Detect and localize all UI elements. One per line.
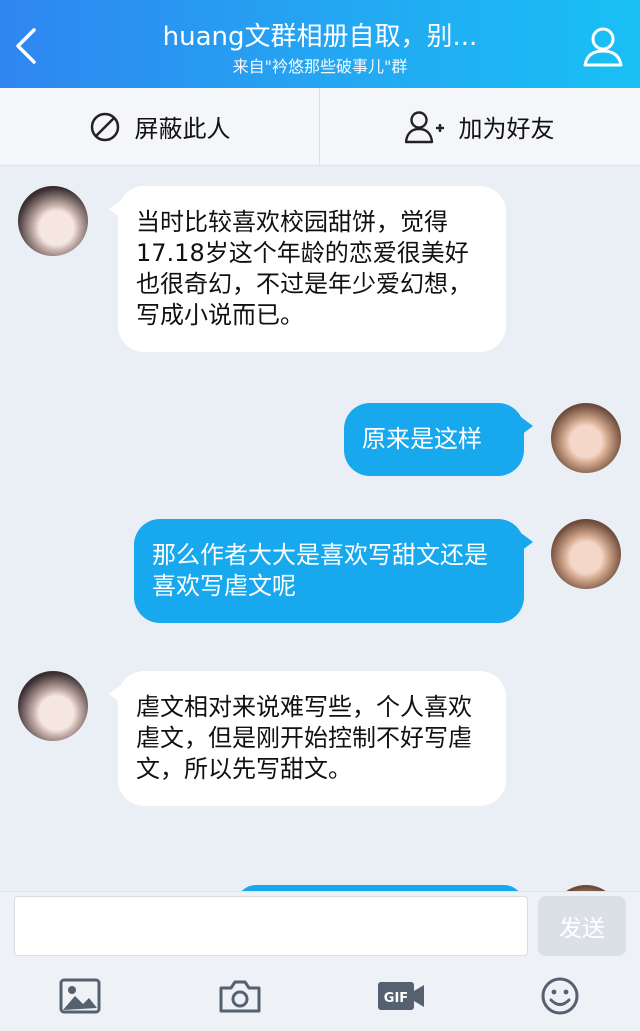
block-user-label: 屏蔽此人 (134, 115, 231, 143)
self-avatar[interactable] (551, 403, 621, 473)
message-input[interactable] (14, 896, 528, 956)
composer: 发送 GIF (0, 891, 640, 1031)
self-avatar[interactable] (551, 519, 621, 589)
emoji-icon[interactable] (538, 976, 582, 1016)
svg-text:GIF: GIF (384, 991, 408, 1006)
block-icon (90, 112, 119, 141)
block-user-button[interactable]: 屏蔽此人 (0, 88, 320, 165)
action-bar: 屏蔽此人 加为好友 (0, 88, 640, 166)
person-icon[interactable] (582, 24, 624, 68)
message-bubble[interactable]: 原来是这样 (344, 403, 533, 476)
send-button[interactable]: 发送 (538, 896, 626, 956)
message-bubble[interactable]: 那么作者大大是喜欢写甜文还是喜欢写虐文呢 (134, 519, 533, 623)
message-bubble[interactable]: 当时比较喜欢校园甜饼，觉得17.18岁这个年龄的恋爱很美好也很奇幻，不过是年少爱… (109, 186, 506, 352)
sender-avatar[interactable] (18, 671, 88, 741)
back-arrow-icon[interactable] (10, 26, 44, 66)
chat-subtitle: 来自"衿悠那些破事儿"群 (232, 57, 408, 76)
add-friend-button[interactable]: 加为好友 (320, 88, 639, 165)
gif-icon[interactable]: GIF (376, 976, 426, 1016)
chat-header: huang文群相册自取，别... 来自"衿悠那些破事儿"群 (0, 0, 640, 88)
message-bubble[interactable]: 虐文相对来说难写些，个人喜欢虐文，但是刚开始控制不好写虐文，所以先写甜文。 (109, 671, 506, 806)
sender-avatar[interactable] (18, 186, 88, 256)
add-person-icon (404, 110, 444, 143)
add-friend-label: 加为好友 (458, 115, 555, 143)
camera-icon[interactable] (218, 976, 262, 1016)
chat-title: huang文群相册自取，别... (162, 22, 478, 52)
message-list[interactable]: 当时比较喜欢校园甜饼，觉得17.18岁这个年龄的恋爱很美好也很奇幻，不过是年少爱… (0, 166, 640, 891)
image-icon[interactable] (58, 976, 102, 1016)
